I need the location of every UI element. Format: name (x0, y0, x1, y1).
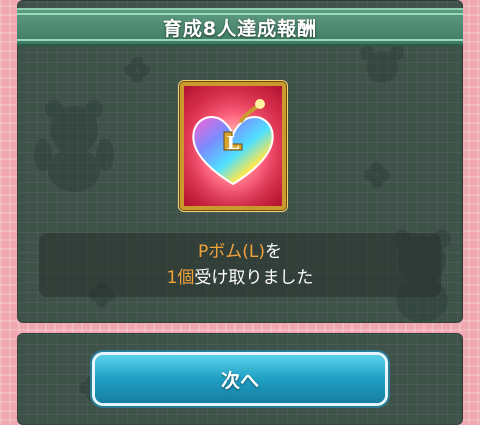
reward-item-frame: L (180, 82, 286, 210)
clover-decoration-icon (364, 162, 390, 188)
item-name: Pボム(L) (198, 242, 265, 262)
rainbow-heart-bomb-icon: L (184, 86, 282, 206)
reward-line-2: 1個受け取りました (167, 265, 314, 291)
item-suffix: を (265, 242, 282, 262)
reward-message: Pボム(L)を 1個受け取りました (39, 233, 441, 297)
footer-panel: 次へ (17, 333, 463, 425)
received-text: 受け取りました (194, 268, 314, 288)
item-count: 1個 (166, 268, 195, 288)
bear-decoration-icon (34, 100, 114, 192)
page-title: 育成8人達成報酬 (162, 17, 318, 40)
title-bar: 育成8人達成報酬 (17, 8, 463, 46)
reward-line-1: Pボム(L)を (198, 239, 282, 265)
reward-panel: 育成8人達成報酬 L Pボム(L)を 1個受け取りました (17, 0, 463, 323)
item-letter: L (227, 133, 240, 154)
clover-decoration-icon (124, 57, 150, 83)
bear-decoration-icon (360, 46, 404, 83)
next-button[interactable]: 次へ (95, 355, 385, 403)
